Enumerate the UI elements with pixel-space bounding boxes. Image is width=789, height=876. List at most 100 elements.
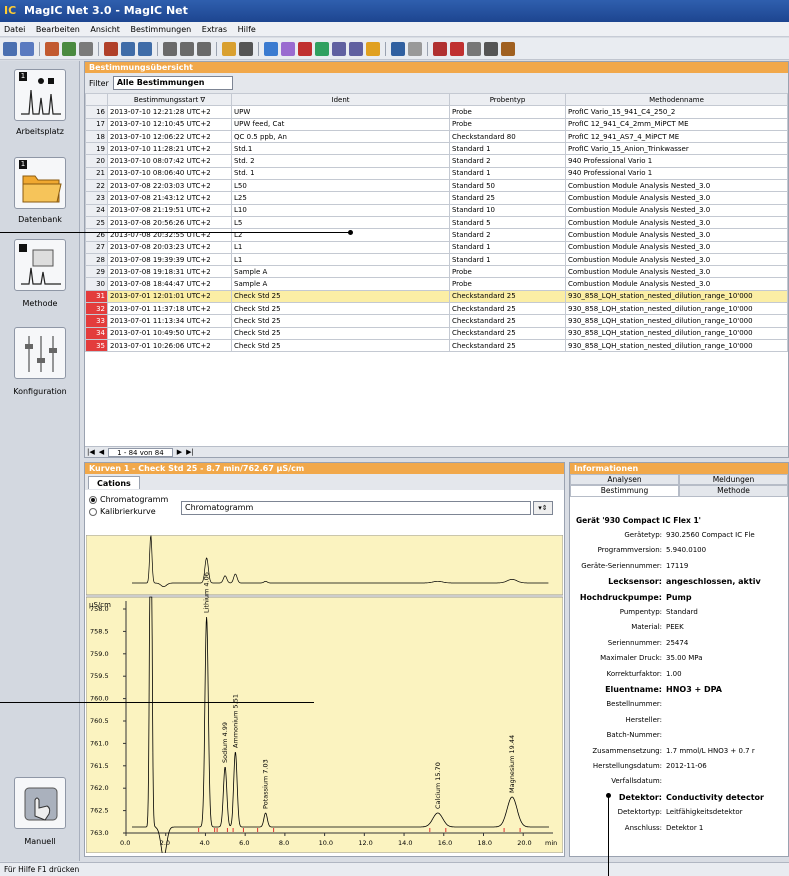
table-row[interactable]: 28 2013-07-08 19:39:39 UTC+2 L1 Standard 1C…: [85, 252, 788, 267]
toolbar-button-icon[interactable]: [391, 41, 405, 56]
nav-methode-button[interactable]: [14, 239, 66, 291]
toolbar-button-icon[interactable]: [281, 41, 295, 56]
table-row[interactable]: 25 2013-07-08 20:56:26 UTC+2 L5 Standard 5C…: [85, 215, 788, 230]
row-number-cell: 26: [85, 228, 108, 242]
toolbar-button-icon[interactable]: [222, 41, 236, 56]
toolbar-button-icon[interactable]: [79, 41, 93, 56]
table-row[interactable]: 24 2013-07-08 21:19:51 UTC+2 L10 Standard 1…: [85, 203, 788, 217]
table-row[interactable]: 18 2013-07-10 12:06:22 UTC+2 QC 0.5 ppb, A…: [85, 129, 788, 144]
table-row[interactable]: 19 2013-07-10 11:28:21 UTC+2 Std.1 Standard…: [85, 142, 788, 156]
toolbar-button-icon[interactable]: [104, 41, 118, 56]
menu-datei[interactable]: Datei: [4, 25, 25, 34]
toolbar-button-icon[interactable]: [180, 41, 194, 56]
menu-extras[interactable]: Extras: [202, 25, 227, 34]
menu-bearbeiten[interactable]: Bearbeiten: [36, 25, 80, 34]
tab-cations[interactable]: Cations: [88, 476, 140, 489]
table-cell: UPW feed, Cat: [231, 117, 450, 131]
toolbar-button-icon[interactable]: [62, 41, 76, 56]
toolbar-button-icon[interactable]: [349, 41, 363, 56]
nav-datenbank-button[interactable]: 1: [14, 157, 66, 209]
table-row[interactable]: 30 2013-07-08 18:44:47 UTC+2 Sample A Probe…: [85, 277, 788, 291]
prev-page-icon[interactable]: ◀: [99, 448, 104, 456]
last-page-icon[interactable]: ▶|: [186, 448, 194, 456]
table-cell: L2: [231, 228, 450, 242]
table-row[interactable]: 21 2013-07-10 08:06:40 UTC+2 Std. 1 Standar…: [85, 166, 788, 181]
toolbar-button-icon[interactable]: [433, 41, 447, 56]
tab-methode[interactable]: Methode: [679, 485, 788, 497]
toolbar-button-icon[interactable]: [138, 41, 152, 56]
column-header[interactable]: [85, 92, 108, 107]
radio-calibration[interactable]: Kalibrierkurve: [89, 507, 156, 516]
table-cell: 940 Professional Vario 1: [565, 166, 788, 181]
toolbar-button-icon[interactable]: [467, 41, 481, 56]
info-title: Informationen: [570, 463, 788, 474]
table-row[interactable]: 34 2013-07-01 10:49:50 UTC+2 Check Std 25 C…: [85, 326, 788, 340]
table-cell: L10: [231, 203, 450, 217]
toolbar-button-icon[interactable]: [163, 41, 177, 56]
table-row[interactable]: 35 2013-07-01 10:26:06 UTC+2 Check Std 25 C…: [85, 338, 788, 353]
curve-type-dropdown[interactable]: Chromatogramm: [181, 501, 531, 515]
table-cell: Combustion Module Analysis Nested_3.0: [565, 277, 788, 291]
x-tick-label: 18.0: [477, 839, 491, 847]
property-row: Detektor: Conductivity detector: [570, 793, 789, 805]
toolbar-button-icon[interactable]: [239, 41, 253, 56]
toolbar-button-icon[interactable]: [450, 41, 464, 56]
row-number-cell: 23: [85, 191, 108, 205]
toolbar-button-icon[interactable]: [315, 41, 329, 56]
radio-chromatogram[interactable]: Chromatogramm: [89, 495, 168, 504]
table-row[interactable]: 20 2013-07-10 08:07:42 UTC+2 Std. 2 Standar…: [85, 154, 788, 168]
filter-select[interactable]: Alle Bestimmungen: [112, 76, 233, 90]
property-key: Detektortyp:: [617, 808, 662, 817]
next-page-icon[interactable]: ▶: [177, 448, 182, 456]
chromatogram-chart[interactable]: µS/cm758.0758.5759.0759.5760.0760.5761.0…: [86, 535, 563, 853]
table-cell: Check Std 25: [231, 314, 450, 328]
table-row[interactable]: 27 2013-07-08 20:03:23 UTC+2 L1 Standard 1C…: [85, 240, 788, 254]
nav-arbeitsplatz-button[interactable]: 1: [14, 69, 66, 121]
x-tick-label: 4.0: [199, 839, 209, 847]
tab-bestimmung[interactable]: Bestimmung: [570, 485, 679, 497]
toolbar-button-icon[interactable]: [45, 41, 59, 56]
table-row[interactable]: 32 2013-07-01 11:37:18 UTC+2 Check Std 25 C…: [85, 302, 788, 316]
toolbar-button-icon[interactable]: [366, 41, 380, 56]
table-cell: 2013-07-01 11:37:18 UTC+2: [107, 302, 232, 316]
table-row[interactable]: 33 2013-07-01 11:13:34 UTC+2 Check Std 25 C…: [85, 314, 788, 328]
toolbar-button-icon[interactable]: [197, 41, 211, 56]
column-header[interactable]: Ident: [231, 92, 450, 107]
table-row[interactable]: 31 2013-07-01 12:01:01 UTC+2 Check Std 25 C…: [85, 289, 788, 304]
column-header[interactable]: Bestimmungsstart ∇: [107, 92, 232, 107]
table-row[interactable]: 23 2013-07-08 21:43:12 UTC+2 L25 Standard 2…: [85, 191, 788, 205]
table-row[interactable]: 17 2013-07-10 12:10:45 UTC+2 UPW feed, Cat…: [85, 117, 788, 131]
toolbar-button-icon[interactable]: [408, 41, 422, 56]
toolbar-button-icon[interactable]: [3, 41, 17, 56]
toolbar-button-icon[interactable]: [332, 41, 346, 56]
table-cell: Checkstandard 25: [449, 302, 566, 316]
column-header[interactable]: Probentyp: [449, 92, 566, 107]
table-row[interactable]: 29 2013-07-08 19:18:31 UTC+2 Sample A Probe…: [85, 265, 788, 279]
menu-ansicht[interactable]: Ansicht: [90, 25, 120, 34]
toolbar-button-icon[interactable]: [264, 41, 278, 56]
tab-meldungen[interactable]: Meldungen: [679, 474, 788, 485]
tab-analysen[interactable]: Analysen: [570, 474, 679, 485]
table-cell: 2013-07-08 21:19:51 UTC+2: [107, 203, 232, 217]
toolbar-button-icon[interactable]: [501, 41, 515, 56]
table-row[interactable]: 22 2013-07-08 22:03:03 UTC+2 L50 Standard 5…: [85, 179, 788, 193]
menu-hilfe[interactable]: Hilfe: [238, 25, 256, 34]
nav-manuell-button[interactable]: [14, 777, 66, 829]
table-cell: L1: [231, 240, 450, 254]
toolbar-button-icon[interactable]: [298, 41, 312, 56]
toolbar-button-icon[interactable]: [484, 41, 498, 56]
y-tick-label: 762.0: [90, 784, 109, 792]
toolbar-button-icon[interactable]: [20, 41, 34, 56]
nav-konfiguration-button[interactable]: [14, 327, 66, 379]
table-row[interactable]: 16 2013-07-10 12:21:28 UTC+2 UPW Probe ProfI…: [85, 105, 788, 119]
first-page-icon[interactable]: |◀: [87, 448, 95, 456]
property-value: 930.2560 Compact IC Fle: [666, 531, 755, 539]
toolbar: [0, 38, 789, 60]
column-header[interactable]: Methodenname: [565, 92, 788, 107]
toolbar-button-icon[interactable]: [121, 41, 135, 56]
dropdown-arrows-icon[interactable]: ▾⇕: [533, 501, 553, 515]
menu-bestimmungen[interactable]: Bestimmungen: [130, 25, 191, 34]
callout-dot: [348, 230, 353, 235]
table-row[interactable]: 26 2013-07-08 20:32:55 UTC+2 L2 Standard 2C…: [85, 228, 788, 242]
table-cell: ProfIC Vario_15_Anion_Trinkwasser: [565, 142, 788, 156]
